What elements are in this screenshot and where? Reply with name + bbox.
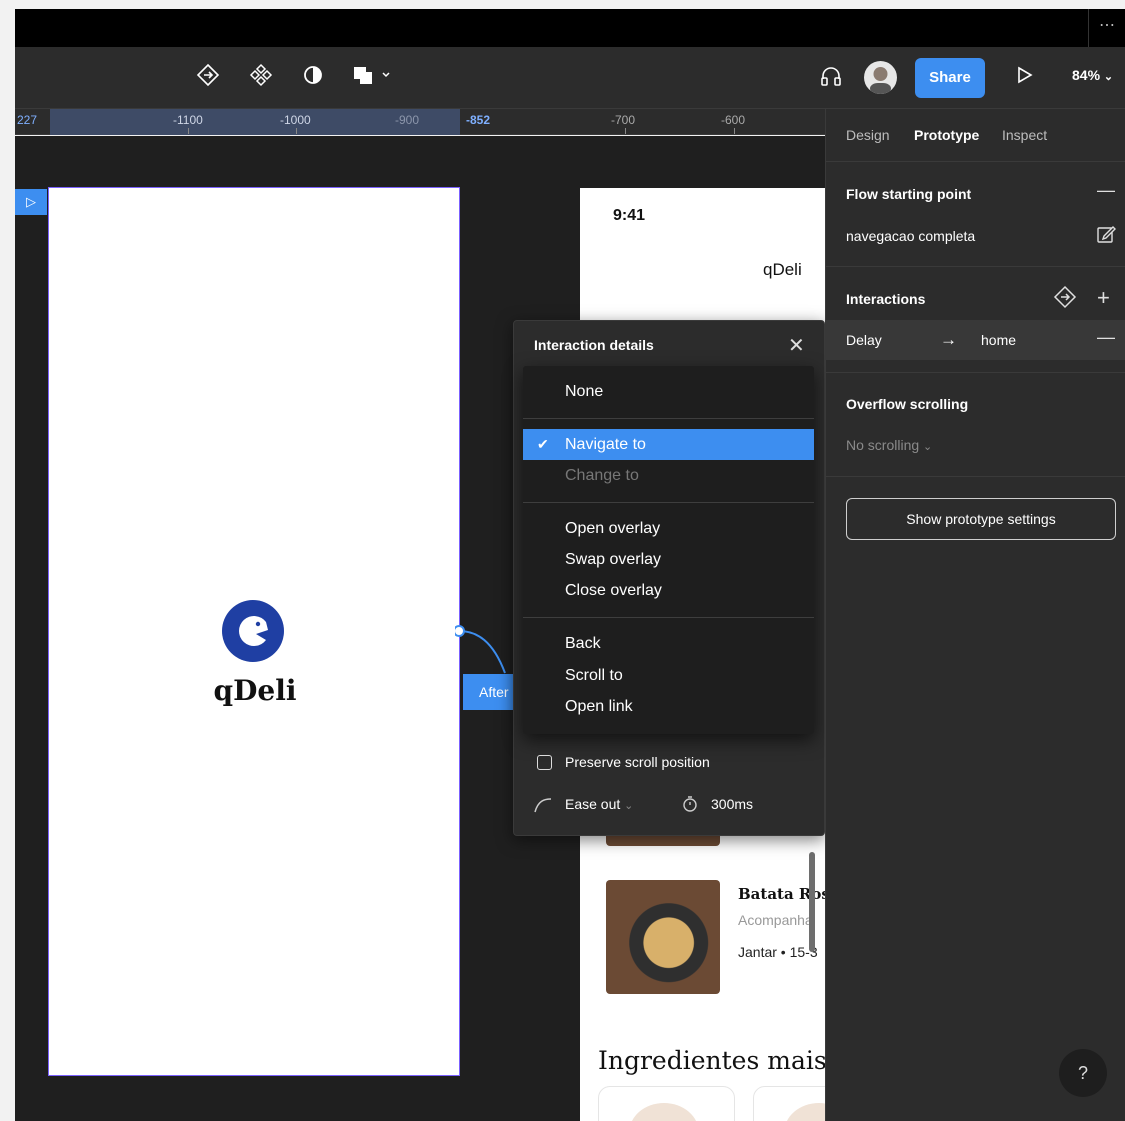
preserve-scroll-checkbox[interactable]	[537, 755, 552, 770]
easing-curve-icon	[534, 797, 552, 816]
chevron-down-icon: ⌄	[624, 800, 634, 812]
status-bar-time: 9:41	[613, 207, 646, 224]
menu-item-swap-overlay[interactable]: Swap overlay	[523, 544, 814, 575]
chevron-down-icon: ⌄	[923, 441, 933, 453]
ingredient-card	[598, 1086, 735, 1121]
qdeli-logo-icon	[222, 600, 284, 662]
panel-divider	[825, 476, 1125, 477]
flow-name[interactable]: navegacao completa	[846, 228, 975, 244]
interaction-trigger: Delay	[846, 332, 882, 348]
home-brand-name: qDeli	[763, 260, 802, 279]
share-button[interactable]: Share	[915, 58, 985, 98]
zoom-value: 84%	[1072, 67, 1101, 83]
menu-item-open-overlay[interactable]: Open overlay	[523, 513, 814, 544]
panel-divider	[825, 266, 1125, 267]
help-button[interactable]: ?	[1059, 1049, 1107, 1097]
ruler-tick-mark	[296, 128, 297, 134]
show-prototype-settings-button[interactable]: Show prototype settings	[846, 498, 1116, 540]
section-title: Ingredientes mais	[598, 1046, 827, 1075]
ruler-tick: 227	[17, 113, 38, 127]
edit-icon[interactable]	[1096, 224, 1116, 249]
menu-divider	[523, 502, 814, 503]
tab-inspect[interactable]: Inspect	[1002, 127, 1047, 143]
more-options-icon[interactable]: ⋯	[1088, 9, 1125, 47]
interactions-heading: Interactions	[846, 291, 926, 307]
interaction-target: home	[981, 332, 1017, 348]
add-interaction-icon[interactable]: +	[1097, 285, 1110, 311]
zoom-dropdown[interactable]: 84% ⌄	[1072, 67, 1113, 83]
recipe-title: Batata Ros	[738, 885, 830, 903]
contrast-icon[interactable]	[301, 63, 325, 94]
ruler-tick-mark	[734, 128, 735, 134]
tab-prototype[interactable]: Prototype	[914, 127, 979, 143]
menu-item-open-link[interactable]: Open link	[523, 691, 814, 722]
overflow-dropdown[interactable]: No scrolling ⌄	[846, 437, 932, 453]
component-icon[interactable]	[249, 63, 273, 94]
panel-divider	[825, 372, 1125, 373]
flow-start-play-icon[interactable]: ▷	[15, 189, 47, 215]
overflow-scrolling-heading: Overflow scrolling	[846, 396, 969, 412]
ruler-tick: -900	[395, 113, 420, 127]
easing-dropdown[interactable]: Ease out ⌄	[565, 796, 633, 812]
panel-divider	[825, 161, 1125, 162]
headphones-icon[interactable]	[818, 63, 844, 96]
recipe-image	[606, 880, 720, 994]
chevron-down-icon: ⌄	[1103, 71, 1114, 83]
ruler-tick-mark	[625, 128, 626, 134]
remove-interaction-icon[interactable]: —	[1097, 327, 1115, 348]
tab-design[interactable]: Design	[846, 127, 890, 143]
menu-item-scroll-to[interactable]: Scroll to	[523, 660, 814, 691]
menu-item-close-overlay[interactable]: Close overlay	[523, 575, 814, 606]
duration-field[interactable]: 300ms	[711, 796, 753, 812]
title-bar	[15, 9, 1125, 47]
arrow-right-icon: →	[940, 330, 957, 349]
ruler-tick-mark	[188, 128, 189, 134]
shape-icon[interactable]	[352, 63, 396, 94]
connector-tag[interactable]: After	[463, 674, 513, 710]
ruler-tick: -1100	[173, 113, 203, 127]
preserve-scroll-label: Preserve scroll position	[565, 754, 710, 770]
menu-item-back[interactable]: Back	[523, 628, 814, 659]
prototype-link-icon[interactable]	[196, 63, 220, 94]
menu-item-none[interactable]: None	[523, 376, 814, 407]
menu-item-navigate-to[interactable]: ✔ Navigate to	[523, 429, 814, 460]
recipe-category: Acompanha	[738, 912, 813, 928]
ruler-tick: -1000	[280, 113, 311, 127]
timer-icon	[682, 795, 698, 817]
avatar[interactable]	[864, 61, 897, 94]
flow-starting-point-heading: Flow starting point	[846, 186, 972, 202]
ruler-tick: -852	[466, 113, 491, 127]
ruler-tick: -700	[611, 113, 636, 127]
splash-brand-name: qDeli	[213, 674, 297, 707]
recipe-meta: Jantar • 15-3	[738, 944, 818, 960]
present-play-icon[interactable]	[1016, 63, 1034, 94]
scrollbar[interactable]	[809, 852, 815, 952]
menu-item-change-to: Change to	[565, 467, 639, 484]
ruler-tick: -600	[721, 113, 746, 127]
prototype-link-icon[interactable]	[1053, 285, 1077, 314]
menu-divider	[523, 617, 814, 618]
properties-panel	[825, 109, 1125, 1121]
checkmark-icon: ✔	[537, 436, 549, 452]
menu-divider	[523, 418, 814, 419]
remove-flow-icon[interactable]: —	[1097, 180, 1115, 201]
close-icon[interactable]: ✕	[788, 333, 805, 358]
dialog-title: Interaction details	[534, 337, 654, 353]
